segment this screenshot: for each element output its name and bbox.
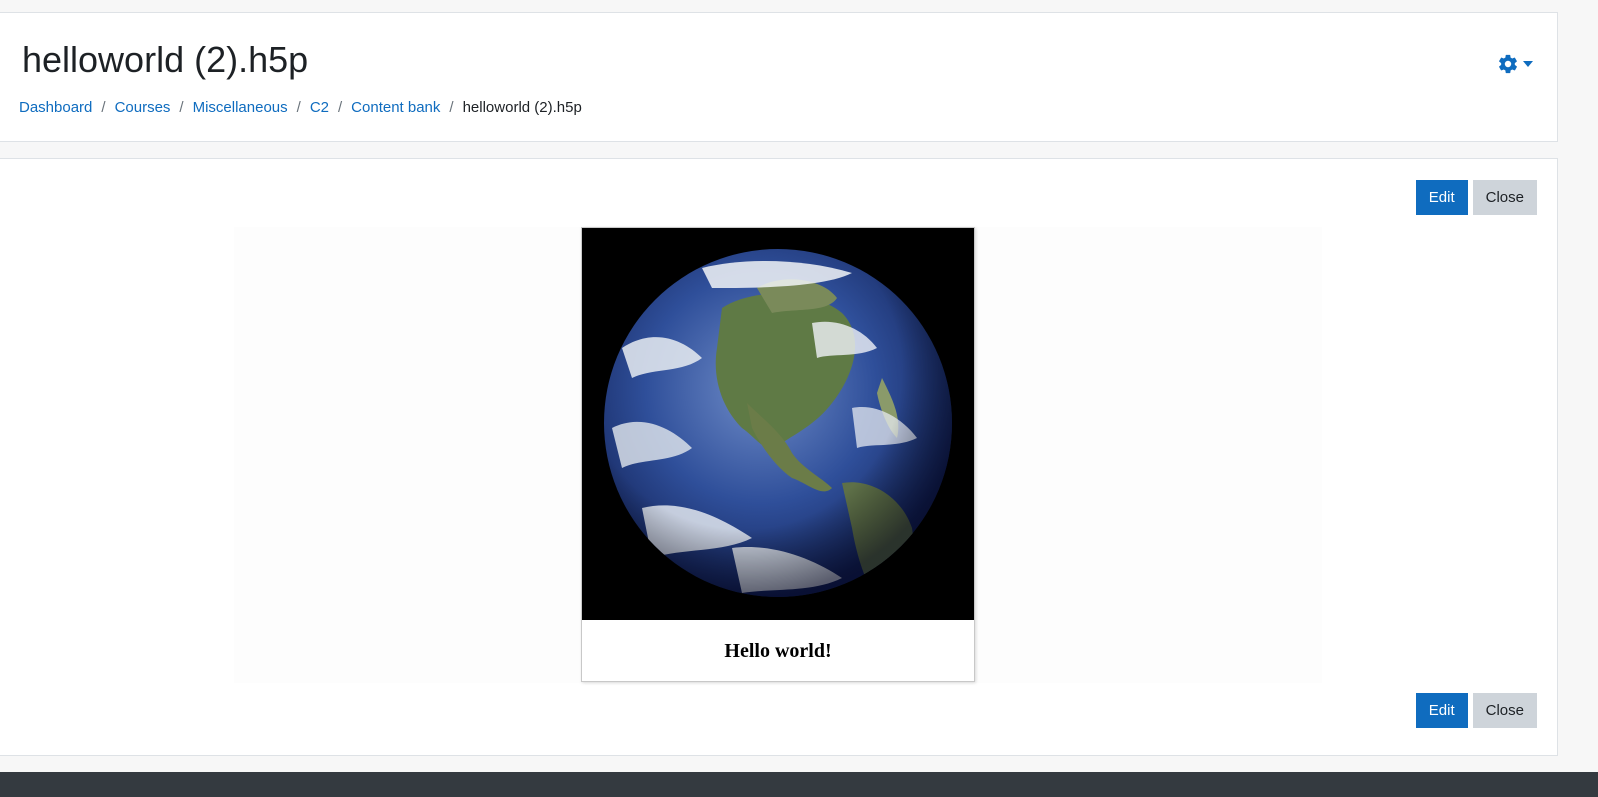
close-button[interactable]: Close <box>1472 693 1537 728</box>
content-viewer: Edit Close Hello world! Edit Close <box>0 158 1558 756</box>
h5p-image-card: Hello world! <box>581 227 975 682</box>
edit-button[interactable]: Edit <box>1415 180 1468 215</box>
action-bar-bottom: Edit Close <box>1415 693 1537 728</box>
breadcrumb-separator: / <box>449 99 454 116</box>
h5p-frame: Hello world! <box>234 227 1322 683</box>
breadcrumb-item-courses[interactable]: Courses <box>115 99 171 116</box>
h5p-caption: Hello world! <box>724 639 832 662</box>
settings-menu-toggle[interactable] <box>1497 51 1537 77</box>
page-header: helloworld (2).h5p Dashboard / Courses /… <box>0 12 1558 142</box>
breadcrumb-separator: / <box>179 99 184 116</box>
breadcrumb-item-c2[interactable]: C2 <box>310 99 329 116</box>
edit-button[interactable]: Edit <box>1415 693 1468 728</box>
caret-down-icon <box>1523 61 1533 67</box>
action-bar-top: Edit Close <box>1415 180 1537 215</box>
breadcrumb-separator: / <box>101 99 106 116</box>
breadcrumb-item-miscellaneous[interactable]: Miscellaneous <box>193 99 288 116</box>
breadcrumb-separator: / <box>338 99 343 116</box>
page-footer <box>0 772 1598 797</box>
close-button[interactable]: Close <box>1472 180 1537 215</box>
breadcrumb-item-content-bank[interactable]: Content bank <box>351 99 440 116</box>
gear-icon <box>1499 54 1517 74</box>
breadcrumb-item-dashboard[interactable]: Dashboard <box>19 99 92 116</box>
earth-globe-image <box>582 228 974 620</box>
page-title: helloworld (2).h5p <box>22 39 309 80</box>
breadcrumb-current: helloworld (2).h5p <box>462 99 582 116</box>
breadcrumb-separator: / <box>296 99 301 116</box>
breadcrumb: Dashboard / Courses / Miscellaneous / C2… <box>19 99 582 116</box>
